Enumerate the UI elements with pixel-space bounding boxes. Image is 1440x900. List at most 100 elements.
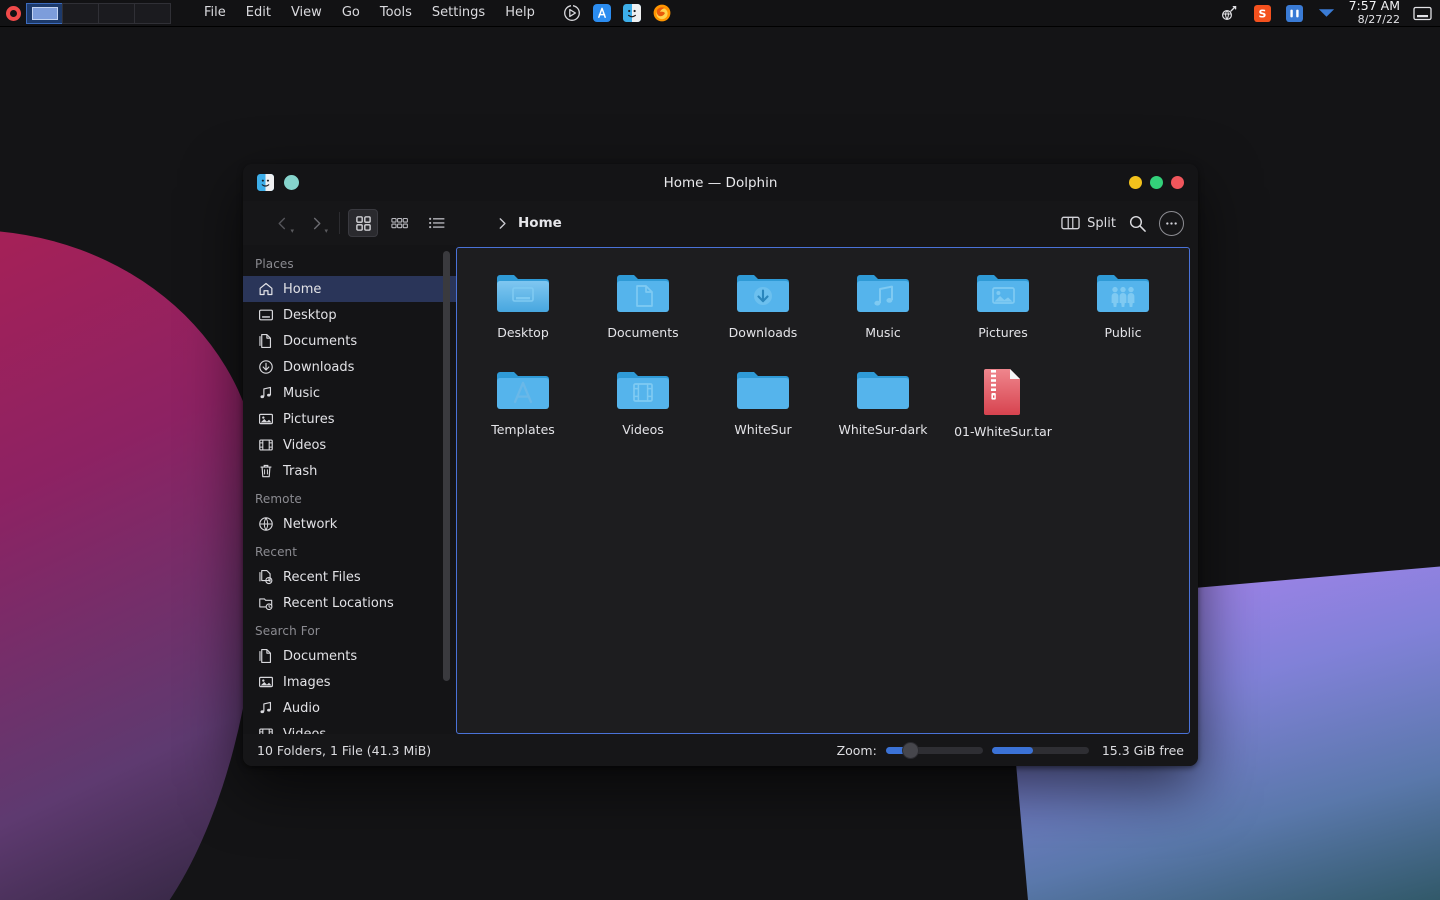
sidebar-item-search-videos[interactable]: Videos (243, 721, 456, 734)
sidebar-item-trash[interactable]: Trash (243, 458, 456, 484)
breadcrumb[interactable]: Home (496, 215, 562, 231)
trash-icon (257, 463, 274, 480)
images-icon (257, 674, 274, 691)
clock-date: 8/27/22 (1349, 14, 1400, 26)
folder-desktop-icon (495, 270, 551, 318)
sidebar-item-label: Videos (283, 438, 326, 453)
split-icon (1061, 215, 1080, 231)
back-button[interactable]: ▾ (267, 209, 297, 237)
menu-help[interactable]: Help (495, 2, 545, 24)
file-item-downloads[interactable]: Downloads (703, 262, 823, 359)
network-icon[interactable] (1221, 4, 1240, 23)
file-item-whitesur[interactable]: WhiteSur (703, 359, 823, 456)
zoom-slider[interactable] (886, 747, 983, 754)
folder-downloads-icon (735, 270, 791, 318)
free-space-label: 15.3 GiB free (1102, 743, 1184, 758)
breadcrumb-home[interactable]: Home (518, 215, 562, 231)
menu-go[interactable]: Go (332, 2, 370, 24)
file-item-documents[interactable]: Documents (583, 262, 703, 359)
file-item-templates[interactable]: Templates (463, 359, 583, 456)
window-titlebar[interactable]: Home — Dolphin (243, 164, 1198, 201)
file-item-whitesur-dark[interactable]: WhiteSur-dark (823, 359, 943, 456)
clock-time: 7:57 AM (1349, 0, 1400, 13)
archive-tar-icon (980, 367, 1026, 417)
sidebar-item-downloads[interactable]: Downloads (243, 354, 456, 380)
control-menu-button[interactable] (1159, 211, 1184, 236)
sidebar-item-videos[interactable]: Videos (243, 432, 456, 458)
sidebar-item-recent-locations[interactable]: Recent Locations (243, 590, 456, 616)
pager-desktop-1[interactable] (26, 3, 63, 24)
media-icon[interactable] (1285, 4, 1304, 23)
sidebar-item-desktop[interactable]: Desktop (243, 302, 456, 328)
s-app-icon[interactable]: S (1253, 4, 1272, 23)
appstore-icon[interactable] (593, 4, 612, 23)
pager-desktop-4[interactable] (134, 3, 171, 24)
menu-file[interactable]: File (194, 2, 236, 24)
sidebar-item-label: Recent Files (283, 570, 361, 585)
folder-pictures-icon (975, 270, 1031, 318)
compact-view-button[interactable] (385, 209, 415, 237)
file-item-pictures[interactable]: Pictures (943, 262, 1063, 359)
global-menubar: File Edit View Go Tools Settings Help (194, 2, 545, 24)
menu-settings[interactable]: Settings (422, 2, 495, 24)
record-logo-icon[interactable] (0, 6, 26, 21)
close-button[interactable] (1171, 176, 1184, 189)
file-item-whitesur-tar[interactable]: 01-WhiteSur.tar (943, 359, 1063, 456)
folder-plain-icon (735, 367, 791, 415)
downloads-icon (257, 359, 274, 376)
sidebar-item-home[interactable]: Home (243, 276, 456, 302)
dolphin-icon[interactable] (623, 4, 642, 23)
pager-desktop-2[interactable] (62, 3, 99, 24)
split-label: Split (1087, 216, 1116, 231)
file-grid: Desktop Documents (457, 248, 1189, 456)
teal-status-dot (284, 175, 299, 190)
launcher-icon[interactable] (563, 4, 582, 23)
pager-desktop-3[interactable] (98, 3, 135, 24)
file-item-desktop[interactable]: Desktop (463, 262, 583, 359)
sidebar-item-search-images[interactable]: Images (243, 669, 456, 695)
sidebar-item-recent-files[interactable]: Recent Files (243, 564, 456, 590)
minimize-button[interactable] (1129, 176, 1142, 189)
file-label: 01-WhiteSur.tar (954, 424, 1052, 439)
forward-button[interactable]: ▾ (301, 209, 331, 237)
places-sidebar: Places Home Desktop (243, 245, 456, 734)
maximize-button[interactable] (1150, 176, 1163, 189)
network-globe-icon (257, 516, 274, 533)
menu-view[interactable]: View (281, 2, 332, 24)
recent-files-icon (257, 569, 274, 586)
zoom-label: Zoom: (837, 743, 877, 758)
menu-edit[interactable]: Edit (236, 2, 281, 24)
videos-icon (257, 726, 274, 735)
chevron-down-icon[interactable] (1317, 4, 1336, 23)
sidebar-item-documents[interactable]: Documents (243, 328, 456, 354)
sidebar-item-label: Downloads (283, 360, 354, 375)
show-desktop-icon[interactable] (1413, 4, 1432, 23)
icons-view-button[interactable] (348, 209, 378, 237)
file-view[interactable]: Desktop Documents (456, 247, 1190, 734)
details-view-button[interactable] (422, 209, 452, 237)
sidebar-item-music[interactable]: Music (243, 380, 456, 406)
folder-public-icon (1095, 270, 1151, 318)
file-item-music[interactable]: Music (823, 262, 943, 359)
sidebar-item-pictures[interactable]: Pictures (243, 406, 456, 432)
firefox-icon[interactable] (653, 4, 672, 23)
clock[interactable]: 7:57 AM 8/27/22 (1349, 0, 1400, 26)
split-button[interactable]: Split (1061, 215, 1116, 231)
file-item-videos[interactable]: Videos (583, 359, 703, 456)
sidebar-scrollbar[interactable] (443, 251, 450, 681)
chevron-right-icon (496, 217, 509, 230)
sidebar-item-search-audio[interactable]: Audio (243, 695, 456, 721)
sidebar-item-search-documents[interactable]: Documents (243, 643, 456, 669)
taskbar-app-list (563, 4, 672, 23)
sidebar-item-network[interactable]: Network (243, 511, 456, 537)
window-title: Home — Dolphin (243, 175, 1198, 191)
documents-icon (257, 333, 274, 350)
file-item-public[interactable]: Public (1063, 262, 1183, 359)
menu-tools[interactable]: Tools (370, 2, 422, 24)
virtual-desktop-pager[interactable] (26, 3, 170, 24)
sidebar-item-label: Documents (283, 649, 357, 664)
sidebar-item-label: Pictures (283, 412, 334, 427)
sidebar-item-label: Documents (283, 334, 357, 349)
file-label: WhiteSur-dark (838, 422, 927, 437)
search-button[interactable] (1128, 214, 1147, 233)
